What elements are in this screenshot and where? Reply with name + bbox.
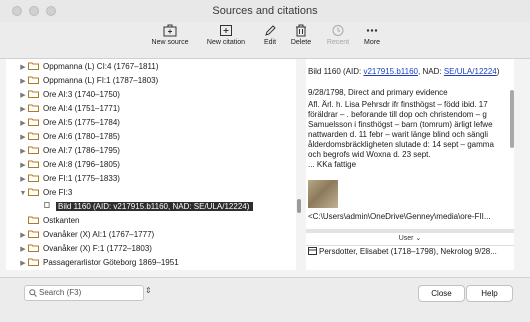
detail-text-line: ålderdomsbräckligheten slutade d: 14 sep… [308, 140, 494, 149]
detail-title-line: Bild 1160 (AID: v217915.b1160, NAD: SE/U… [308, 67, 499, 77]
tree-item-label: Bild 1160 (AID: v217915.b1160, NAD: SE/U… [56, 202, 254, 211]
new-source-icon [163, 24, 177, 37]
more-button[interactable]: More [346, 24, 398, 46]
tree-item-label: Ore AI:6 (1780–1785) [43, 132, 120, 141]
tree-item[interactable]: ▼ Ore FI:3 [18, 185, 73, 201]
users-panel: User ⌄ Persdotter, Elisabet (1718–1798),… [306, 233, 514, 270]
tree-item[interactable]: ▶ Ovanåker (X) F:1 (1772–1803) [18, 241, 152, 256]
tree-item-label: Oppmanna (L) CI:4 (1767–1811) [43, 62, 159, 71]
media-thumbnail[interactable] [308, 180, 338, 208]
search-field[interactable]: Search (F3) [24, 285, 144, 301]
detail-date: 9/28/1798, Direct and primary evidence [308, 88, 448, 97]
detail-text-line: Afl. Ärl. h. Lisa Pehrsdr ifr finsthögst… [308, 100, 488, 109]
delete-label: Delete [290, 39, 312, 46]
document-icon [44, 202, 50, 208]
detail-scrollbar-thumb[interactable] [510, 90, 514, 148]
tree-item[interactable]: ▶ Ore AI:8 (1796–1805) [18, 157, 120, 172]
detail-text-line: nattwarden d. 11 febr – warit länge blin… [308, 130, 488, 139]
folder-icon [28, 244, 39, 252]
tree-item-selected[interactable]: Bild 1160 (AID: v217915.b1160, NAD: SE/U… [44, 199, 254, 214]
folder-icon [28, 174, 39, 182]
users-header[interactable]: User ⌄ [306, 233, 514, 246]
tree-item-label: Ore AI:3 (1740–1750) [43, 90, 120, 99]
help-button[interactable]: Help [466, 285, 513, 302]
tree-item[interactable]: ▶ Oppmanna (L) FI:1 (1787–1803) [18, 73, 158, 88]
folder-icon [28, 90, 39, 98]
new-citation-icon [220, 25, 232, 36]
window-title: Sources and citations [212, 5, 318, 17]
folder-icon [28, 146, 39, 154]
detail-title-end: ) [496, 67, 500, 76]
tree-item[interactable]: ▶ Ore AI:3 (1740–1750) [18, 87, 120, 102]
tree-item-label: Ore AI:5 (1775–1784) [43, 118, 120, 127]
folder-icon [28, 258, 39, 266]
tree-item-label: Ore FI:3 [43, 188, 73, 197]
detail-scrollbar[interactable] [509, 62, 515, 212]
tree-item[interactable]: ▶ Passagerarlistor Göteborg 1869–1951 [18, 255, 179, 270]
search-placeholder: Search (F3) [39, 288, 82, 297]
more-label: More [364, 39, 380, 46]
tree-scrollbar[interactable] [296, 59, 302, 270]
window: Sources and citations New source New cit… [0, 0, 530, 322]
tree-item-label: Ovanåker (X) AI:1 (1767–1777) [43, 230, 155, 239]
tree-item-label: Ostkanten [43, 216, 80, 225]
tree-item-label: Ore AI:8 (1796–1805) [43, 160, 120, 169]
detail-text-line: Samuelsson i finsthögst – barn (tomrum) … [308, 120, 493, 129]
chevron-down-icon: ⌄ [415, 235, 422, 242]
more-dots-icon [366, 29, 378, 32]
tree-item[interactable]: ▶ Ore AI:7 (1786–1795) [18, 143, 120, 158]
new-source-label: New source [151, 39, 189, 46]
user-row-label: Persdotter, Elisabet (1718–1798), Nekrol… [319, 247, 497, 256]
record-icon [308, 247, 317, 255]
title-bar: Sources and citations [0, 0, 530, 23]
detail-text-line: och begrofs wid Woxna d. 23 sept. [308, 150, 431, 159]
tree-item[interactable]: ▶ Ovanåker (X) AI:1 (1767–1777) [18, 227, 154, 242]
new-citation-label: New citation [206, 39, 246, 46]
users-header-label: User [398, 235, 414, 242]
tree-scrollbar-thumb[interactable] [297, 199, 301, 213]
folder-icon [28, 132, 39, 140]
detail-title-nad: , NAD: [418, 67, 442, 76]
sources-tree[interactable]: ▶ Oppmanna (L) CI:4 (1767–1811) ▶ Oppmanna… [6, 59, 296, 270]
close-button[interactable]: Close [418, 285, 465, 302]
tree-item-label: Ore FI:1 (1775–1833) [43, 174, 120, 183]
media-path: <C:\Users\admin\OneDrive\Genney\media\or… [308, 212, 491, 221]
clock-icon [332, 25, 344, 36]
trash-icon [296, 24, 306, 37]
folder-icon [28, 62, 39, 70]
new-source-button[interactable]: New source [144, 24, 196, 46]
folder-icon [28, 104, 39, 112]
tree-item[interactable]: ▶ Ore AI:6 (1780–1785) [18, 129, 120, 144]
bottom-bar: Search (F3) ⇕ Close Help [0, 277, 530, 322]
tree-item[interactable]: ▶ Ore AI:4 (1751–1771) [18, 101, 120, 116]
folder-icon [28, 160, 39, 168]
folder-icon [28, 230, 39, 238]
user-row[interactable]: Persdotter, Elisabet (1718–1798), Nekrol… [308, 247, 497, 256]
search-icon [29, 289, 37, 297]
tree-item[interactable]: Ostkanten [28, 213, 79, 228]
detail-text-line: föräldrar – . beforande till dop och chr… [308, 110, 487, 119]
chevron-right-icon[interactable]: ▶ [18, 256, 28, 270]
nad-link-a[interactable]: SE/ULA/12224 [444, 67, 497, 76]
tree-item[interactable]: ▶ Ore AI:5 (1775–1784) [18, 115, 120, 130]
tree-item-label: Ore AI:4 (1751–1771) [43, 104, 120, 113]
folder-icon [28, 216, 39, 224]
tree-item-label: Oppmanna (L) FI:1 (1787–1803) [43, 76, 159, 85]
tree-item-label: Passagerarlistor Göteborg 1869–1951 [43, 258, 179, 267]
tree-item-label: Ovanåker (X) F:1 (1772–1803) [43, 244, 152, 253]
tree-item[interactable]: ▶ Oppmanna (L) CI:4 (1767–1811) [18, 59, 158, 74]
folder-icon [28, 118, 39, 126]
tree-item[interactable]: ▶ Ore FI:1 (1775–1833) [18, 171, 120, 186]
folder-icon [28, 76, 39, 84]
folder-icon [28, 188, 39, 196]
detail-title-text: Bild 1160 (AID: [308, 67, 364, 76]
tree-item-label: Ore AI:7 (1786–1795) [43, 146, 120, 155]
toolbar: New source New citation Edit Delete Rece… [0, 22, 530, 59]
aid-link[interactable]: v217915.b1160 [363, 67, 418, 76]
chevron-down-icon[interactable]: ▼ [18, 186, 28, 201]
search-options-stepper[interactable]: ⇕ [145, 286, 152, 295]
detail-text-line: ... KKa fattige [308, 160, 357, 169]
